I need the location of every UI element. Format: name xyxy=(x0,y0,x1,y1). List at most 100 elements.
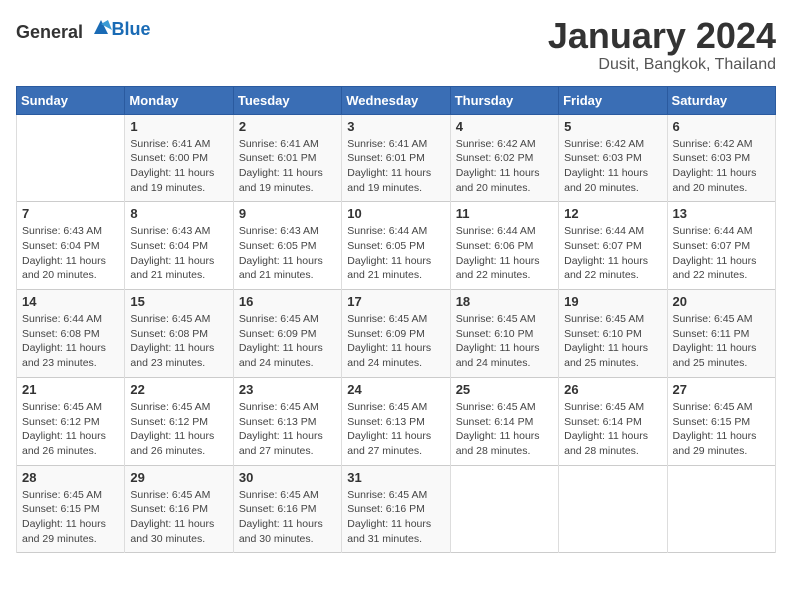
day-number: 14 xyxy=(22,294,119,309)
day-info: Sunrise: 6:45 AMSunset: 6:08 PMDaylight:… xyxy=(130,312,227,371)
day-number: 20 xyxy=(673,294,770,309)
calendar-cell: 8 Sunrise: 6:43 AMSunset: 6:04 PMDaylight… xyxy=(125,202,233,290)
calendar-cell: 10Sunrise: 6:44 AMSunset: 6:05 PMDayligh… xyxy=(342,202,450,290)
page-header: General Blue January 2024 Dusit, Bangkok… xyxy=(16,16,776,74)
calendar-cell: 11 Sunrise: 6:44 AMSunset: 6:06 PMDayligh… xyxy=(450,202,558,290)
day-number: 4 xyxy=(456,119,553,134)
calendar-cell: 28 Sunrise: 6:45 AMSunset: 6:15 PMDayligh… xyxy=(17,465,125,553)
calendar-cell: 7Sunrise: 6:43 AMSunset: 6:04 PMDaylight… xyxy=(17,202,125,290)
day-info: Sunrise: 6:45 AMSunset: 6:13 PMDaylight:… xyxy=(347,400,444,459)
day-info: Sunrise: 6:45 AMSunset: 6:16 PMDaylight:… xyxy=(347,488,444,547)
calendar-cell xyxy=(559,465,667,553)
title-area: January 2024 Dusit, Bangkok, Thailand xyxy=(548,16,776,74)
day-number: 11 xyxy=(456,206,553,221)
day-info: Sunrise: 6:42 AMSunset: 6:03 PMDaylight:… xyxy=(673,137,770,196)
day-number: 9 xyxy=(239,206,336,221)
day-number: 5 xyxy=(564,119,661,134)
day-info: Sunrise: 6:42 AMSunset: 6:03 PMDaylight:… xyxy=(564,137,661,196)
day-info: Sunrise: 6:44 AMSunset: 6:06 PMDaylight:… xyxy=(456,224,553,283)
day-number: 25 xyxy=(456,382,553,397)
day-number: 8 xyxy=(130,206,227,221)
day-info: Sunrise: 6:41 AMSunset: 6:00 PMDaylight:… xyxy=(130,137,227,196)
day-number: 19 xyxy=(564,294,661,309)
location-title: Dusit, Bangkok, Thailand xyxy=(548,56,776,74)
calendar-cell: 27 Sunrise: 6:45 AMSunset: 6:15 PMDayligh… xyxy=(667,377,775,465)
calendar-cell: 20 Sunrise: 6:45 AMSunset: 6:11 PMDayligh… xyxy=(667,290,775,378)
calendar-cell: 22 Sunrise: 6:45 AMSunset: 6:12 PMDayligh… xyxy=(125,377,233,465)
day-number: 22 xyxy=(130,382,227,397)
weekday-monday: Monday xyxy=(125,86,233,114)
logo: General Blue xyxy=(16,16,151,43)
weekday-sunday: Sunday xyxy=(17,86,125,114)
day-number: 28 xyxy=(22,470,119,485)
day-number: 3 xyxy=(347,119,444,134)
day-number: 17 xyxy=(347,294,444,309)
calendar-cell xyxy=(17,114,125,202)
day-number: 6 xyxy=(673,119,770,134)
day-info: Sunrise: 6:45 AMSunset: 6:15 PMDaylight:… xyxy=(673,400,770,459)
day-info: Sunrise: 6:45 AMSunset: 6:09 PMDaylight:… xyxy=(239,312,336,371)
day-number: 1 xyxy=(130,119,227,134)
weekday-saturday: Saturday xyxy=(667,86,775,114)
day-info: Sunrise: 6:45 AMSunset: 6:16 PMDaylight:… xyxy=(239,488,336,547)
calendar-cell: 4 Sunrise: 6:42 AMSunset: 6:02 PMDaylight… xyxy=(450,114,558,202)
day-number: 29 xyxy=(130,470,227,485)
day-info: Sunrise: 6:43 AMSunset: 6:04 PMDaylight:… xyxy=(130,224,227,283)
calendar-cell: 26 Sunrise: 6:45 AMSunset: 6:14 PMDayligh… xyxy=(559,377,667,465)
day-info: Sunrise: 6:42 AMSunset: 6:02 PMDaylight:… xyxy=(456,137,553,196)
day-info: Sunrise: 6:45 AMSunset: 6:11 PMDaylight:… xyxy=(673,312,770,371)
day-info: Sunrise: 6:41 AMSunset: 6:01 PMDaylight:… xyxy=(239,137,336,196)
day-info: Sunrise: 6:45 AMSunset: 6:15 PMDaylight:… xyxy=(22,488,119,547)
day-number: 18 xyxy=(456,294,553,309)
day-number: 21 xyxy=(22,382,119,397)
day-number: 27 xyxy=(673,382,770,397)
calendar-cell: 2 Sunrise: 6:41 AMSunset: 6:01 PMDaylight… xyxy=(233,114,341,202)
calendar-cell: 23 Sunrise: 6:45 AMSunset: 6:13 PMDayligh… xyxy=(233,377,341,465)
day-info: Sunrise: 6:45 AMSunset: 6:16 PMDaylight:… xyxy=(130,488,227,547)
calendar-cell: 13Sunrise: 6:44 AMSunset: 6:07 PMDayligh… xyxy=(667,202,775,290)
weekday-wednesday: Wednesday xyxy=(342,86,450,114)
calendar-cell: 19 Sunrise: 6:45 AMSunset: 6:10 PMDayligh… xyxy=(559,290,667,378)
weekday-thursday: Thursday xyxy=(450,86,558,114)
day-number: 10 xyxy=(347,206,444,221)
weekday-friday: Friday xyxy=(559,86,667,114)
day-number: 2 xyxy=(239,119,336,134)
calendar-cell xyxy=(667,465,775,553)
day-info: Sunrise: 6:45 AMSunset: 6:10 PMDaylight:… xyxy=(456,312,553,371)
calendar-cell: 16 Sunrise: 6:45 AMSunset: 6:09 PMDayligh… xyxy=(233,290,341,378)
day-info: Sunrise: 6:45 AMSunset: 6:14 PMDaylight:… xyxy=(564,400,661,459)
logo-general: General xyxy=(16,22,83,42)
day-number: 31 xyxy=(347,470,444,485)
calendar-cell: 18 Sunrise: 6:45 AMSunset: 6:10 PMDayligh… xyxy=(450,290,558,378)
day-info: Sunrise: 6:45 AMSunset: 6:10 PMDaylight:… xyxy=(564,312,661,371)
calendar-cell: 14 Sunrise: 6:44 AMSunset: 6:08 PMDayligh… xyxy=(17,290,125,378)
week-row-2: 14 Sunrise: 6:44 AMSunset: 6:08 PMDayligh… xyxy=(17,290,776,378)
calendar-cell: 31 Sunrise: 6:45 AMSunset: 6:16 PMDayligh… xyxy=(342,465,450,553)
day-number: 26 xyxy=(564,382,661,397)
calendar-cell: 15Sunrise: 6:45 AMSunset: 6:08 PMDayligh… xyxy=(125,290,233,378)
day-info: Sunrise: 6:43 AMSunset: 6:05 PMDaylight:… xyxy=(239,224,336,283)
day-number: 12 xyxy=(564,206,661,221)
day-number: 24 xyxy=(347,382,444,397)
calendar-cell: 6 Sunrise: 6:42 AMSunset: 6:03 PMDaylight… xyxy=(667,114,775,202)
week-row-4: 28 Sunrise: 6:45 AMSunset: 6:15 PMDayligh… xyxy=(17,465,776,553)
week-row-1: 7Sunrise: 6:43 AMSunset: 6:04 PMDaylight… xyxy=(17,202,776,290)
day-info: Sunrise: 6:45 AMSunset: 6:13 PMDaylight:… xyxy=(239,400,336,459)
calendar-table: SundayMondayTuesdayWednesdayThursdayFrid… xyxy=(16,86,776,554)
day-info: Sunrise: 6:41 AMSunset: 6:01 PMDaylight:… xyxy=(347,137,444,196)
logo-icon xyxy=(90,16,112,38)
day-info: Sunrise: 6:44 AMSunset: 6:07 PMDaylight:… xyxy=(564,224,661,283)
day-info: Sunrise: 6:45 AMSunset: 6:12 PMDaylight:… xyxy=(130,400,227,459)
calendar-cell: 21Sunrise: 6:45 AMSunset: 6:12 PMDayligh… xyxy=(17,377,125,465)
logo-blue: Blue xyxy=(112,19,151,40)
day-number: 23 xyxy=(239,382,336,397)
week-row-3: 21 Sunrise: 6:45 AMSunset: 6:12 PMDayligh… xyxy=(17,377,776,465)
calendar-cell: 17Sunrise: 6:45 AMSunset: 6:09 PMDayligh… xyxy=(342,290,450,378)
calendar-cell: 24 Sunrise: 6:45 AMSunset: 6:13 PMDayligh… xyxy=(342,377,450,465)
calendar-cell: 12 Sunrise: 6:44 AMSunset: 6:07 PMDayligh… xyxy=(559,202,667,290)
weekday-header-row: SundayMondayTuesdayWednesdayThursdayFrid… xyxy=(17,86,776,114)
day-info: Sunrise: 6:45 AMSunset: 6:14 PMDaylight:… xyxy=(456,400,553,459)
day-number: 16 xyxy=(239,294,336,309)
weekday-tuesday: Tuesday xyxy=(233,86,341,114)
day-info: Sunrise: 6:44 AMSunset: 6:08 PMDaylight:… xyxy=(22,312,119,371)
